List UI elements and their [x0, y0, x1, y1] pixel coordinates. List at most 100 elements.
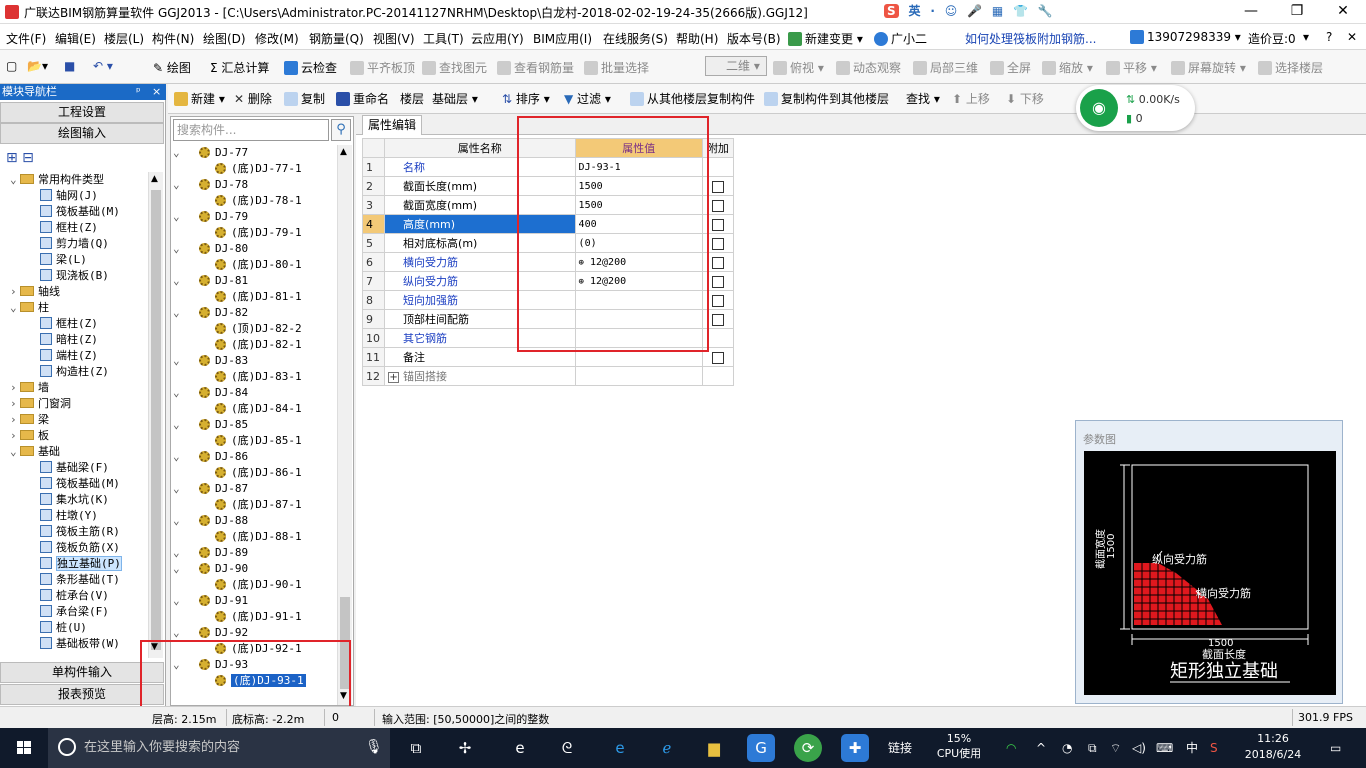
sort-button[interactable]: ⇅ 排序 ▾ — [502, 90, 550, 107]
menu-version[interactable]: 版本号(B) — [727, 30, 781, 47]
pan-button[interactable]: 平移 ▾ — [1106, 59, 1157, 76]
menu-more-icon[interactable]: ▾ — [1303, 30, 1309, 44]
component-group-row[interactable]: ⌄ DJ-90 — [173, 561, 248, 577]
new-change-button[interactable]: 新建变更 ▾ — [788, 30, 863, 47]
sogou-icon[interactable]: S — [884, 4, 899, 18]
component-scrollbar[interactable]: ▲ ▼ — [337, 145, 352, 705]
move-down-button[interactable]: ⬇ 下移 — [1006, 90, 1044, 107]
zoom-button[interactable]: 缩放 ▾ — [1042, 59, 1093, 76]
tree-item[interactable]: 集水坑(K) — [30, 492, 109, 508]
tree-item[interactable]: 基础板带(W) — [30, 636, 120, 652]
component-group-row[interactable]: ⌄ DJ-92 — [173, 625, 248, 641]
search-icon[interactable]: ⚲ — [331, 119, 351, 141]
tree-item[interactable]: 桩承台(V) — [30, 588, 109, 604]
collapsed-arrow-icon[interactable]: › — [10, 428, 20, 444]
ime-tools-icon[interactable]: 🔧 — [1038, 4, 1053, 18]
expanded-arrow-icon[interactable]: ⌄ — [173, 561, 180, 577]
wifi-tray-icon[interactable]: ◠ — [1006, 728, 1016, 768]
component-row[interactable]: (底)DJ-81-1 — [215, 289, 302, 305]
local-3d-button[interactable]: 局部三维 — [913, 59, 978, 76]
tree-item[interactable]: 框柱(Z) — [30, 316, 98, 332]
notification-icon[interactable]: ▭ — [1330, 728, 1341, 768]
ie-icon[interactable]: e — [506, 734, 534, 762]
component-group-row[interactable]: ⌄ DJ-89 — [173, 545, 248, 561]
ime-keyboard-icon[interactable]: ▦ — [992, 4, 1003, 18]
new-component-button[interactable]: 新建 ▾ — [174, 90, 225, 107]
fan-app-icon[interactable]: ✢ — [451, 734, 479, 762]
tree-item[interactable]: 筏板负筋(X) — [30, 540, 120, 556]
extra-checkbox[interactable] — [711, 199, 724, 212]
tree-item[interactable]: › 墙 — [10, 380, 49, 396]
tree-item[interactable]: 筏板基础(M) — [30, 204, 120, 220]
spiral-app-icon[interactable]: ᘓ — [553, 734, 581, 762]
tree-item[interactable]: 轴网(J) — [30, 188, 98, 204]
tree-item[interactable]: › 板 — [10, 428, 49, 444]
expanded-arrow-icon[interactable]: ⌄ — [173, 241, 180, 257]
project-settings-button[interactable]: 工程设置 — [0, 102, 164, 123]
wlan-icon[interactable]: ⌔ — [1110, 728, 1121, 768]
links-toolbar[interactable]: 链接 — [888, 728, 912, 768]
draw-button[interactable]: ✎ 绘图 — [153, 59, 191, 76]
clock[interactable]: 11:26 2018/6/24 — [1240, 731, 1306, 763]
expanded-arrow-icon[interactable]: ⌄ — [173, 177, 180, 193]
expanded-arrow-icon[interactable]: ⌄ — [173, 593, 180, 609]
tree-item[interactable]: › 门窗洞 — [10, 396, 71, 412]
menu-file[interactable]: 文件(F) — [6, 30, 46, 47]
extra-checkbox[interactable] — [711, 237, 724, 250]
account-phone[interactable]: 13907298339 ▾ — [1130, 30, 1241, 44]
tree-item[interactable]: 条形基础(T) — [30, 572, 120, 588]
component-group-row[interactable]: ⌄ DJ-88 — [173, 513, 248, 529]
ime-voice-icon[interactable]: 🎤 — [967, 4, 982, 18]
tree-item[interactable]: 现浇板(B) — [30, 268, 109, 284]
move-up-button[interactable]: ⬆ 上移 — [952, 90, 990, 107]
expanded-arrow-icon[interactable]: ⌄ — [173, 513, 180, 529]
delete-button[interactable]: ✕ 删除 — [234, 90, 272, 107]
tree-item[interactable]: 暗柱(Z) — [30, 332, 98, 348]
tree-item[interactable]: 构造柱(Z) — [30, 364, 109, 380]
undo-icon[interactable]: ↶ ▾ — [93, 59, 113, 73]
view-mode-select[interactable]: 二维 ▾ — [705, 56, 767, 76]
menu-component[interactable]: 构件(N) — [152, 30, 194, 47]
expanded-arrow-icon[interactable]: ⌄ — [173, 545, 180, 561]
select-floor-button[interactable]: 选择楼层 — [1258, 59, 1323, 76]
expanded-arrow-icon[interactable]: ⌄ — [173, 449, 180, 465]
component-row[interactable]: (底)DJ-85-1 — [215, 433, 302, 449]
glodon-g-icon[interactable]: G — [747, 734, 775, 762]
component-row[interactable]: (底)DJ-86-1 — [215, 465, 302, 481]
guangxiaoer-button[interactable]: 广小二 — [874, 30, 927, 47]
task-view-icon[interactable]: ⧉ — [402, 734, 430, 762]
collapsed-arrow-icon[interactable]: › — [10, 380, 20, 396]
component-row[interactable]: (顶)DJ-82-2 — [215, 321, 302, 337]
collapsed-arrow-icon[interactable]: › — [10, 284, 20, 300]
copy-to-floor-button[interactable]: 复制构件到其他楼层 — [764, 90, 889, 107]
tree-item[interactable]: 承台梁(F) — [30, 604, 109, 620]
component-group-row[interactable]: ⌄ DJ-77 — [173, 145, 248, 161]
close-button[interactable]: ✕ — [1320, 0, 1366, 24]
expanded-arrow-icon[interactable]: ⌄ — [173, 481, 180, 497]
component-row[interactable]: (底)DJ-83-1 — [215, 369, 302, 385]
network-widget[interactable]: ◉ ⇅ 0.00K/s ▮ 0 — [1076, 85, 1195, 131]
property-row[interactable]: 12 + 锚固搭接 — [361, 366, 735, 386]
component-search-input[interactable]: 搜索构件... — [173, 119, 329, 141]
ime-lang-icon[interactable]: 英 — [908, 2, 920, 19]
expanded-arrow-icon[interactable]: ⌄ — [173, 353, 180, 369]
rename-button[interactable]: 重命名 — [336, 90, 389, 107]
taskbar-search-input[interactable]: 在这里输入你要搜索的内容 — [48, 728, 390, 768]
tree-item[interactable]: 基础梁(F) — [30, 460, 109, 476]
extra-checkbox[interactable] — [711, 351, 724, 364]
keyboard-icon[interactable]: ⌨ — [1156, 728, 1173, 768]
component-row[interactable]: (底)DJ-79-1 — [215, 225, 302, 241]
extra-checkbox[interactable] — [711, 180, 724, 193]
component-row[interactable]: (底)DJ-78-1 — [215, 193, 302, 209]
copy-from-floor-button[interactable]: 从其他楼层复制构件 — [630, 90, 755, 107]
ie-blue-icon[interactable]: ℯ — [653, 734, 681, 762]
expanded-arrow-icon[interactable]: ⌄ — [173, 625, 180, 641]
component-row[interactable]: (底)DJ-84-1 — [215, 401, 302, 417]
nav-close-icon[interactable]: × — [152, 84, 161, 100]
component-group-row[interactable]: ⌄ DJ-78 — [173, 177, 248, 193]
component-row[interactable]: (底)DJ-82-1 — [215, 337, 302, 353]
open-file-icon[interactable]: 📂▾ — [27, 59, 48, 73]
ime-punct-icon[interactable]: · — [930, 4, 935, 18]
menu-modify[interactable]: 修改(M) — [255, 30, 299, 47]
network-tray-icon[interactable]: ⧉ — [1088, 728, 1097, 768]
